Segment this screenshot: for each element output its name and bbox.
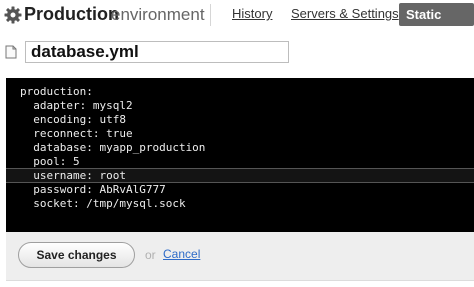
code-line-active: username: root xyxy=(6,168,474,183)
gear-icon xyxy=(4,6,22,24)
file-icon xyxy=(5,45,17,59)
filename-input[interactable] xyxy=(25,41,289,63)
code-line: reconnect: true xyxy=(20,127,133,140)
code-line: pool: 5 xyxy=(20,155,80,168)
code-line: production: xyxy=(20,85,93,98)
header-divider xyxy=(210,4,211,26)
header-bar: Production environment History Servers &… xyxy=(0,0,474,45)
form-actions: Save changes or Cancel xyxy=(6,232,474,281)
code-line: password: AbRvAlG777 xyxy=(20,183,166,196)
code-line: encoding: utf8 xyxy=(20,113,126,126)
tab-servers-settings[interactable]: Servers & Settings xyxy=(291,6,399,21)
page-title: Production xyxy=(24,4,119,24)
tab-history[interactable]: History xyxy=(232,6,272,21)
page-subtitle: environment xyxy=(111,5,205,24)
code-line: database: myapp_production xyxy=(20,141,206,154)
code-line: adapter: mysql2 xyxy=(20,99,133,112)
code-editor[interactable]: production: adapter: mysql2 encoding: ut… xyxy=(6,78,474,232)
cancel-link[interactable]: Cancel xyxy=(163,247,200,261)
code-line: socket: /tmp/mysql.sock xyxy=(20,197,186,210)
tab-static-files[interactable]: Static files xyxy=(399,3,474,45)
save-changes-button[interactable]: Save changes xyxy=(18,242,135,268)
or-text: or xyxy=(145,248,156,262)
